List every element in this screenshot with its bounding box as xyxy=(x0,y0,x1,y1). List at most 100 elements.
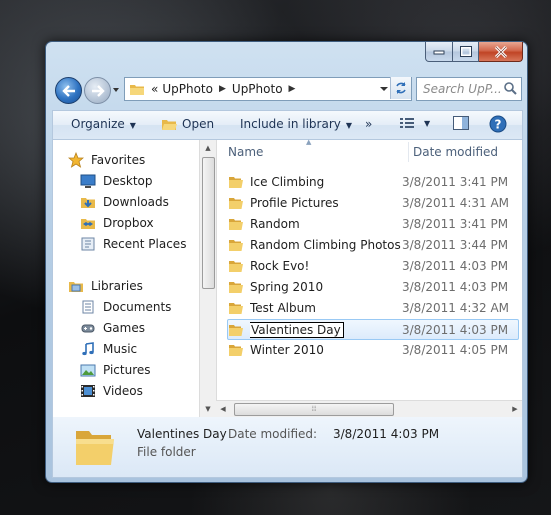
address-bar[interactable]: « UpPhoto ▶ UpPhoto ▶ xyxy=(124,77,412,101)
folder-icon xyxy=(130,85,144,95)
open-folder-icon xyxy=(162,120,177,130)
explorer-window: « UpPhoto ▶ UpPhoto ▶ Search UpP... Orga… xyxy=(45,41,528,483)
scrollbar-thumb[interactable] xyxy=(202,157,215,289)
address-dropdown-icon[interactable] xyxy=(377,78,391,100)
file-name: Profile Pictures xyxy=(250,196,339,210)
recent-places-icon xyxy=(79,236,97,252)
sidebar-header-favorites[interactable]: Favorites xyxy=(67,150,145,170)
scroll-right-icon[interactable]: ▶ xyxy=(508,401,522,417)
maximize-button[interactable] xyxy=(453,42,479,62)
close-button[interactable] xyxy=(479,42,523,62)
content-area: Favorites Desktop Downloads Dropbox Rece… xyxy=(52,138,523,418)
sidebar-item-recent-places[interactable]: Recent Places xyxy=(79,234,186,254)
command-bar: Organize ▼ Open Include in library ▼ » ▼ ? xyxy=(52,110,523,139)
file-list-horizontal-scrollbar[interactable]: ◀ ⦙⦙⦙ ▶ xyxy=(216,400,522,417)
file-row[interactable]: Winter 2010 3/8/2011 4:05 PM xyxy=(228,340,518,360)
sidebar-item-documents[interactable]: Documents xyxy=(79,297,171,317)
desktop-icon xyxy=(79,173,97,189)
sidebar-item-dropbox[interactable]: Dropbox xyxy=(79,213,154,233)
navigation-pane-scrollbar[interactable]: ▲ ▼ xyxy=(199,140,217,417)
scrollbar-thumb[interactable]: ⦙⦙⦙ xyxy=(234,403,394,416)
sidebar-item-desktop[interactable]: Desktop xyxy=(79,171,153,191)
sidebar-header-label: Libraries xyxy=(91,279,143,293)
folder-icon xyxy=(228,280,244,294)
dropbox-icon xyxy=(79,215,97,231)
change-view-button[interactable]: ▼ xyxy=(399,117,430,129)
rename-input[interactable]: Valentines Day xyxy=(250,321,344,338)
file-row[interactable]: Random Climbing Photos 3/8/2011 3:44 PM xyxy=(228,235,518,255)
help-button[interactable]: ? xyxy=(489,115,507,136)
minimize-button[interactable] xyxy=(425,42,453,62)
breadcrumb-arrow-icon[interactable]: ▶ xyxy=(215,84,230,94)
file-date-modified: 3/8/2011 4:03 PM xyxy=(402,280,509,294)
file-name-editing[interactable]: Valentines Day xyxy=(250,321,414,338)
file-row[interactable]: Profile Pictures 3/8/2011 4:31 AM xyxy=(228,193,518,213)
sidebar-item-pictures[interactable]: Pictures xyxy=(79,360,151,380)
preview-pane-icon xyxy=(453,116,469,130)
navigation-bar: « UpPhoto ▶ UpPhoto ▶ Search UpP... xyxy=(52,75,522,104)
sidebar-header-libraries[interactable]: Libraries xyxy=(67,276,143,296)
sidebar-item-label: Games xyxy=(103,321,145,335)
documents-icon xyxy=(79,299,97,315)
file-date-modified: 3/8/2011 4:05 PM xyxy=(402,343,509,357)
file-name: Winter 2010 xyxy=(250,343,324,357)
breadcrumb-segment[interactable]: UpPhoto xyxy=(230,82,285,96)
file-row[interactable]: Ice Climbing 3/8/2011 3:41 PM xyxy=(228,172,518,192)
chevron-down-icon: ▼ xyxy=(424,118,431,128)
selected-item-type: File folder xyxy=(137,445,196,459)
organize-button[interactable]: Organize ▼ xyxy=(71,117,136,131)
libraries-icon xyxy=(67,278,85,294)
preview-pane-button[interactable] xyxy=(453,116,469,134)
file-date-modified: 3/8/2011 4:32 AM xyxy=(402,301,510,315)
caption-buttons xyxy=(425,42,523,62)
sidebar-header-label: Favorites xyxy=(91,153,146,167)
date-modified-label: Date modified: xyxy=(228,427,318,441)
videos-icon xyxy=(79,383,97,399)
folder-icon xyxy=(228,238,244,252)
include-in-library-button[interactable]: Include in library ▼ xyxy=(240,117,352,131)
more-commands-button[interactable]: » xyxy=(365,117,372,131)
star-icon xyxy=(67,152,85,168)
sidebar-item-music[interactable]: Music xyxy=(79,339,137,359)
file-row[interactable]: Rock Evo! 3/8/2011 4:03 PM xyxy=(228,256,518,276)
column-divider[interactable] xyxy=(408,142,409,162)
scroll-down-icon[interactable]: ▼ xyxy=(200,401,216,417)
file-name: Rock Evo! xyxy=(250,259,310,273)
view-list-icon xyxy=(400,118,414,128)
file-name: Random Climbing Photos xyxy=(250,238,401,252)
forward-arrow-icon xyxy=(91,84,105,97)
recent-pages-dropdown-icon[interactable] xyxy=(112,85,120,95)
file-name: Random xyxy=(250,217,300,231)
forward-button[interactable] xyxy=(84,77,111,104)
refresh-button[interactable] xyxy=(390,77,411,99)
sidebar-item-downloads[interactable]: Downloads xyxy=(79,192,169,212)
games-icon xyxy=(79,320,97,336)
folder-icon xyxy=(228,217,244,231)
search-box[interactable]: Search UpP... xyxy=(416,77,522,101)
details-pane: Valentines Day Date modified: 3/8/2011 4… xyxy=(52,417,523,478)
file-row[interactable]: Random 3/8/2011 3:41 PM xyxy=(228,214,518,234)
folder-icon-large xyxy=(76,431,114,465)
help-icon: ? xyxy=(489,115,507,133)
back-button[interactable] xyxy=(55,77,82,104)
column-header-date-modified[interactable]: Date modified xyxy=(413,140,498,164)
breadcrumb-arrow-icon[interactable]: ▶ xyxy=(285,84,300,94)
sidebar-item-videos[interactable]: Videos xyxy=(79,381,143,401)
scroll-left-icon[interactable]: ◀ xyxy=(216,401,230,417)
file-row[interactable]: Valentines Day 3/8/2011 4:03 PM xyxy=(227,319,519,340)
folder-icon xyxy=(228,196,244,210)
file-row[interactable]: Spring 2010 3/8/2011 4:03 PM xyxy=(228,277,518,297)
file-date-modified: 3/8/2011 3:41 PM xyxy=(402,217,509,231)
column-header-name[interactable]: Name xyxy=(228,140,263,164)
open-button[interactable]: Open xyxy=(161,117,214,131)
folder-icon xyxy=(228,175,244,189)
address-overflow-chevron[interactable]: « xyxy=(149,82,160,96)
scroll-up-icon[interactable]: ▲ xyxy=(200,140,216,156)
sidebar-item-games[interactable]: Games xyxy=(79,318,145,338)
breadcrumb-segment[interactable]: UpPhoto xyxy=(160,82,215,96)
open-label: Open xyxy=(182,117,215,131)
close-icon xyxy=(494,45,507,58)
file-row[interactable]: Test Album 3/8/2011 4:32 AM xyxy=(228,298,518,318)
selected-item-name: Valentines Day xyxy=(137,427,227,441)
file-date-modified: 3/8/2011 3:41 PM xyxy=(402,175,509,189)
